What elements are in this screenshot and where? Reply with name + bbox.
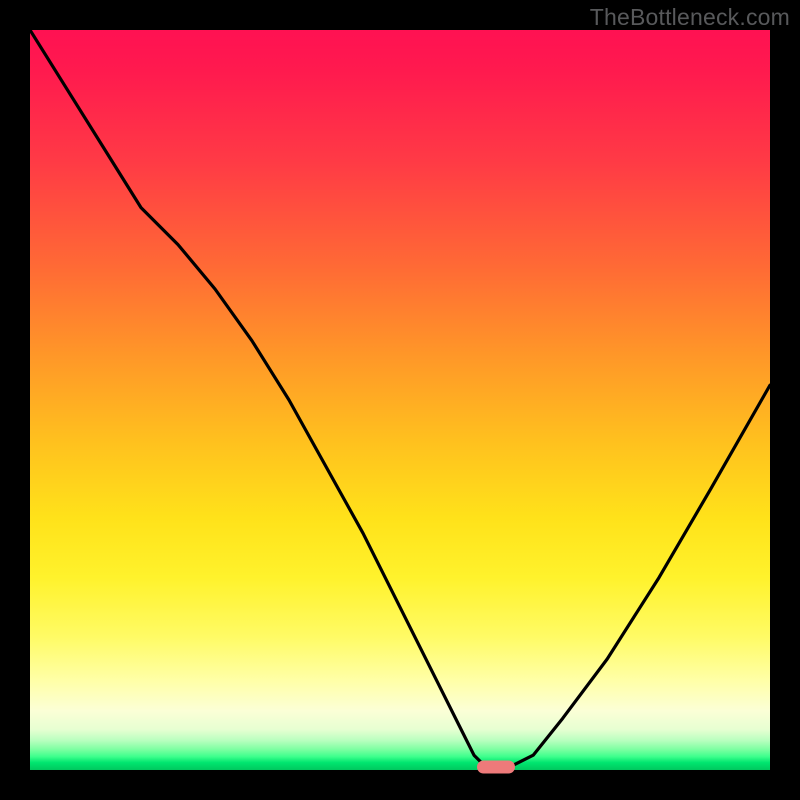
chart-frame: TheBottleneck.com — [0, 0, 800, 800]
watermark-text: TheBottleneck.com — [590, 4, 790, 31]
optimum-marker — [477, 761, 515, 774]
plot-area — [30, 30, 770, 770]
bottleneck-curve — [30, 30, 770, 770]
